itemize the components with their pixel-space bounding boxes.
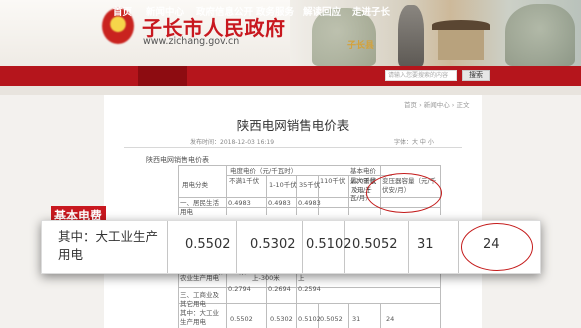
zoom-divider (458, 221, 459, 273)
row-residential-label: 一、居民生活用电 (180, 199, 219, 216)
search-strip (0, 86, 581, 95)
publish-date: 发布时间：2018-12-03 16:19 (190, 139, 275, 146)
nav-item-gov-info[interactable]: 政府信息公开 (196, 4, 253, 18)
table-border (178, 165, 179, 215)
search-input[interactable]: 请输入您要搜索的内容 (385, 70, 457, 81)
table-border (266, 175, 267, 215)
table-border (348, 175, 349, 215)
header-energy-price: 电度电价（元/千瓦时） (230, 167, 298, 175)
table-border (440, 273, 441, 328)
row-industry-val-6: 24 (386, 315, 395, 323)
zoom-divider (408, 221, 409, 273)
row-residential-val-2: 0.4983 (268, 199, 291, 207)
banner-statue (398, 5, 424, 66)
font-size-switch[interactable]: 字体：大 中 小 (394, 137, 434, 146)
row-agri-val-3: 0.2594 (298, 285, 321, 293)
banner-sign: 子长县 (347, 41, 375, 51)
table-border (226, 165, 227, 215)
col-header-110kv: 110千伏 (320, 177, 346, 185)
table-border (178, 165, 440, 166)
nav-item-home[interactable]: 首页 (113, 4, 132, 18)
table-border (348, 303, 349, 328)
page-root: 子长市人民政府 www.zichang.gov.cn 子长县 首页 新闻中心 政… (0, 0, 581, 328)
nav-item-news[interactable]: 新闻中心 (146, 4, 184, 18)
row-industry-val-5: 31 (352, 315, 361, 323)
table-border (178, 273, 179, 328)
article-title: 陕西电网销售电价表 (236, 118, 350, 133)
banner-tree (505, 4, 575, 66)
pavilion-body (438, 30, 484, 60)
row-industry-val-3: 0.5102 (298, 315, 321, 323)
zoom-val-110kv: 0.5052 (352, 237, 398, 252)
col-header-35kv: 35千伏 (299, 181, 321, 189)
row-agri-label: 农业生产用电 (180, 274, 219, 282)
table-border (380, 303, 381, 328)
nav-item-interpretation[interactable]: 解读回应 (303, 4, 341, 18)
article-panel: 首页 › 新闻中心 › 正文 陕西电网销售电价表 发布时间：2018-12-03… (104, 95, 482, 328)
row-industry-val-1: 0.5502 (230, 315, 253, 323)
table-caption: 陕西电网销售电价表 (146, 156, 209, 164)
zoom-divider (167, 221, 168, 273)
zoom-val-1-10kv: 0.5302 (250, 237, 296, 252)
main-nav (0, 66, 581, 86)
table-border (296, 273, 297, 328)
zoom-row-label: 其中：大工业生产用电 (58, 228, 162, 264)
col-header-below-1kv: 不满1千伏 (229, 177, 260, 185)
nav-item-about[interactable]: 走进子长 (352, 4, 390, 18)
nav-item-services[interactable]: 政务服务 (256, 4, 294, 18)
zoom-row-label-text: 其中：大工业生产用电 (58, 229, 159, 262)
zoom-divider (236, 221, 237, 273)
zoom-val-below-1kv: 0.5502 (185, 237, 231, 252)
row-agri-note-3: 上 (298, 274, 305, 282)
row-industry-val-2: 0.5302 (270, 315, 293, 323)
zoom-val-max-demand: 31 (417, 237, 434, 252)
annotation-ellipse-header (366, 173, 442, 213)
breadcrumb[interactable]: 首页 › 新闻中心 › 正文 (404, 99, 469, 109)
zoom-divider (302, 221, 303, 273)
row-industry-sub-label: 其中：大工业生产用电 (180, 309, 219, 326)
banner-pavilion (432, 20, 490, 60)
search-button[interactable]: 搜索 (462, 70, 490, 81)
row-industry-label: 三、工商业及其它用电 (180, 291, 219, 308)
site-url: www.zichang.gov.cn (143, 36, 240, 47)
row-residential-val-3: 0.4983 (298, 199, 321, 207)
row-agri-val-2: 0.2694 (268, 285, 291, 293)
header-basic-price: 基本电价 (350, 167, 376, 175)
table-border (226, 273, 227, 328)
row-agri-note-2: 上-300米 (252, 274, 280, 282)
row-agri-val-1: 0.2794 (228, 285, 251, 293)
pavilion-roof (432, 20, 490, 30)
row-industry-val-4: 0.5052 (320, 315, 343, 323)
divider (124, 147, 462, 148)
zoom-val-35kv: 0.5102 (306, 237, 352, 252)
nav-active-highlight (138, 66, 187, 86)
row-residential-val-1: 0.4983 (228, 199, 251, 207)
annotation-ellipse-value (461, 223, 533, 271)
header-category: 用电分类 (182, 181, 208, 189)
col-header-1-10kv: 1-10千伏 (269, 181, 297, 189)
